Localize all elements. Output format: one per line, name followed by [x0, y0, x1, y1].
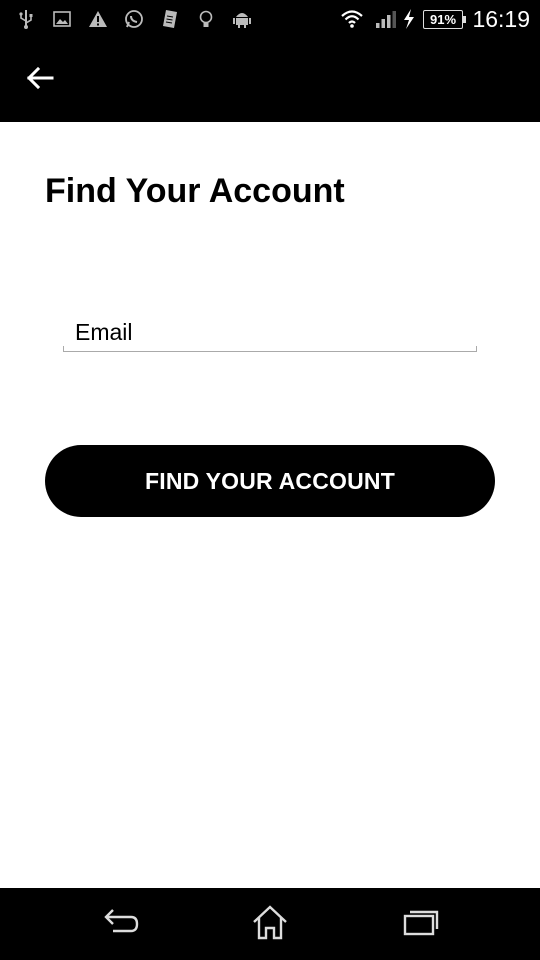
nav-back-button[interactable] — [96, 904, 146, 944]
warning-icon — [88, 9, 108, 29]
wifi-icon — [340, 9, 364, 29]
email-field[interactable] — [63, 312, 477, 352]
charging-icon — [402, 9, 416, 29]
app-bar — [0, 38, 540, 122]
android-icon — [232, 9, 252, 29]
status-bar: 91% 16:19 — [0, 0, 540, 38]
back-nav-icon — [101, 907, 141, 942]
back-button[interactable] — [20, 62, 60, 98]
nav-home-button[interactable] — [245, 904, 295, 944]
signal-icon — [374, 9, 398, 29]
arrow-left-icon — [26, 66, 54, 95]
battery-indicator: 91% — [423, 10, 466, 29]
find-account-button[interactable]: FIND YOUR ACCOUNT — [45, 445, 495, 517]
usb-icon — [16, 9, 36, 29]
image-icon — [52, 9, 72, 29]
battery-percent: 91% — [429, 12, 457, 27]
status-time: 16:19 — [472, 6, 530, 32]
sim-icon — [160, 9, 180, 29]
email-underline — [63, 346, 477, 352]
whatsapp-icon — [124, 9, 144, 29]
page-title: Find Your Account — [45, 172, 345, 210]
home-icon — [250, 904, 290, 945]
lightbulb-icon — [196, 9, 216, 29]
navigation-bar — [0, 888, 540, 960]
recents-icon — [400, 907, 440, 942]
nav-recents-button[interactable] — [395, 904, 445, 944]
